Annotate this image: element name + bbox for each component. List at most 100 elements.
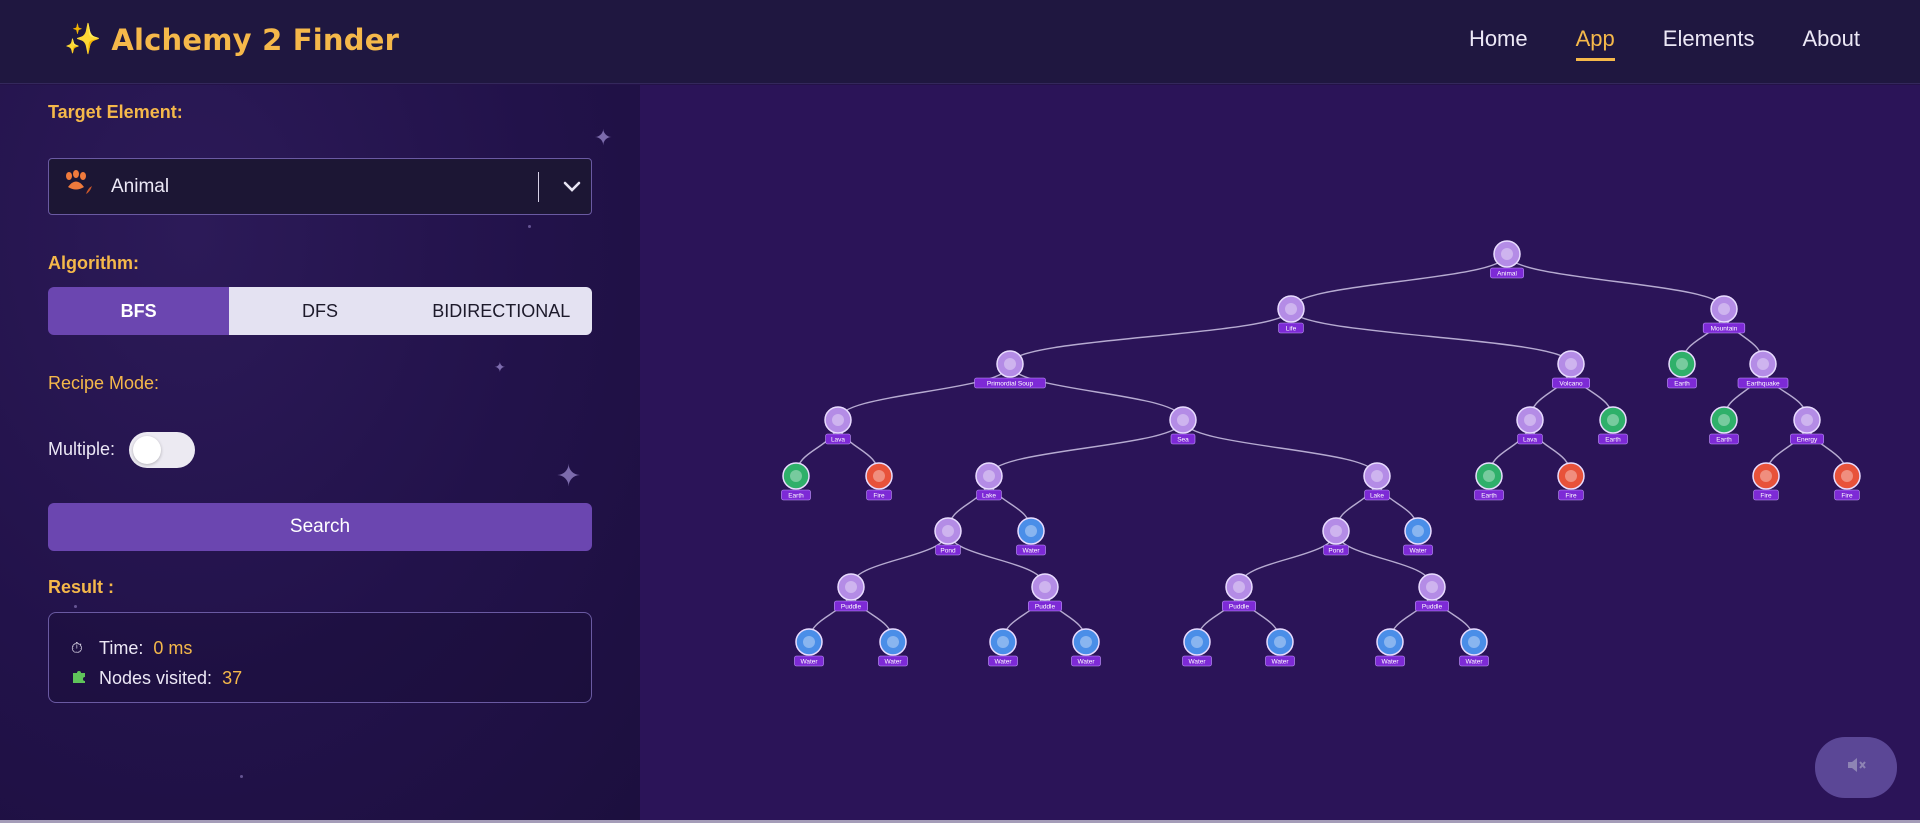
tree-node-water[interactable]: Water <box>1016 517 1046 556</box>
tree-node-lake[interactable]: Lake <box>1363 462 1391 501</box>
node-glyph <box>1285 303 1297 315</box>
tree-node-lava[interactable]: Lava <box>824 406 852 445</box>
tree-node-water[interactable]: Water <box>794 628 824 667</box>
recipe-tree[interactable]: Animal Life Mountain Primordial Soup Volcano… <box>640 85 1920 823</box>
tree-node-water[interactable]: Water <box>1071 628 1101 667</box>
node-label: Energy <box>1797 437 1818 444</box>
node-glyph <box>1565 470 1577 482</box>
tree-node-pond[interactable]: Pond <box>1322 517 1350 556</box>
tree-node-water[interactable]: Water <box>878 628 908 667</box>
algorithm-bidirectional-button[interactable]: BIDIRECTIONAL <box>410 287 592 335</box>
nav-link-app[interactable]: App <box>1575 26 1615 61</box>
node-label: Life <box>1286 326 1297 333</box>
tree-node-water[interactable]: Water <box>1459 628 1489 667</box>
node-glyph <box>983 470 995 482</box>
tree-edge <box>988 419 1184 477</box>
tree-node-lake[interactable]: Lake <box>975 462 1003 501</box>
nav-link-about[interactable]: About <box>1803 26 1861 61</box>
node-glyph <box>1801 414 1813 426</box>
tree-node-earth[interactable]: Earth <box>781 462 811 501</box>
tree-node-water[interactable]: Water <box>988 628 1018 667</box>
tree-node-water[interactable]: Water <box>1182 628 1212 667</box>
node-label: Pond <box>1328 548 1344 555</box>
result-label: Result : <box>48 577 115 597</box>
tree-node-lava[interactable]: Lava <box>1516 406 1544 445</box>
tree-node-water[interactable]: Water <box>1375 628 1405 667</box>
node-glyph <box>1039 581 1051 593</box>
tree-node-water[interactable]: Water <box>1265 628 1295 667</box>
chevron-down-icon[interactable] <box>553 181 591 193</box>
node-glyph <box>1330 525 1342 537</box>
tree-node-animal[interactable]: Animal <box>1490 240 1524 279</box>
tree-node-puddle[interactable]: Puddle <box>1028 573 1062 612</box>
tree-node-fire[interactable]: Fire <box>1557 462 1585 501</box>
tree-node-water[interactable]: Water <box>1403 517 1433 556</box>
node-label: Lake <box>982 493 996 500</box>
tree-node-earth[interactable]: Earth <box>1709 406 1739 445</box>
node-glyph <box>1501 248 1513 260</box>
node-label: Water <box>800 659 818 666</box>
node-glyph <box>1412 525 1424 537</box>
tree-node-volcano[interactable]: Volcano <box>1551 350 1590 389</box>
toggle-knob <box>133 436 161 464</box>
tree-node-puddle[interactable]: Puddle <box>1222 573 1256 612</box>
tree-node-energy[interactable]: Energy <box>1790 406 1824 445</box>
sparkle-icon: ✦ <box>594 125 613 150</box>
node-label: Lava <box>831 437 845 444</box>
tree-node-earth[interactable]: Earth <box>1667 350 1697 389</box>
node-label: Water <box>1409 548 1427 555</box>
tree-node-life[interactable]: Life <box>1277 295 1305 334</box>
node-glyph <box>1607 414 1619 426</box>
node-label: Earthquake <box>1746 381 1780 388</box>
node-label: Mountain <box>1711 326 1738 333</box>
node-label: Water <box>884 659 902 666</box>
mute-button[interactable] <box>1815 737 1897 798</box>
tree-node-fire[interactable]: Fire <box>1833 462 1861 501</box>
node-glyph <box>832 414 844 426</box>
nav-link-home[interactable]: Home <box>1469 26 1528 61</box>
node-label: Primordial Soup <box>987 381 1034 388</box>
node-label: Lake <box>1370 493 1384 500</box>
time-label: Time: <box>99 637 144 658</box>
algorithm-bfs-button[interactable]: BFS <box>48 287 230 335</box>
tree-node-earth[interactable]: Earth <box>1598 406 1628 445</box>
node-glyph <box>1233 581 1245 593</box>
nav-links: Home App Elements About <box>1469 26 1860 61</box>
node-label: Water <box>1271 659 1289 666</box>
node-label: Pond <box>940 548 956 555</box>
tree-node-puddle[interactable]: Puddle <box>834 573 868 612</box>
node-label: Animal <box>1497 271 1517 278</box>
brand[interactable]: ✨ Alchemy 2 Finder <box>64 22 399 58</box>
nav-link-elements[interactable]: Elements <box>1663 26 1755 61</box>
node-glyph <box>1718 303 1730 315</box>
node-glyph <box>845 581 857 593</box>
multiple-toggle[interactable] <box>129 432 195 468</box>
node-label: Water <box>1022 548 1040 555</box>
tree-node-fire[interactable]: Fire <box>1752 462 1780 501</box>
tree-edge <box>1290 308 1572 365</box>
node-label: Earth <box>1674 381 1690 388</box>
tree-node-mountain[interactable]: Mountain <box>1702 295 1746 334</box>
result-box: ⏱ Time: 0 ms Nodes visited: 37 <box>48 612 592 703</box>
speaker-muted-icon <box>1845 754 1867 781</box>
tree-node-earthquake[interactable]: Earthquake <box>1737 350 1789 389</box>
node-label: Water <box>1077 659 1095 666</box>
puzzle-icon <box>71 668 89 688</box>
tree-node-earth[interactable]: Earth <box>1474 462 1504 501</box>
algorithm-dfs-button[interactable]: DFS <box>229 287 411 335</box>
tree-node-pond[interactable]: Pond <box>934 517 962 556</box>
tree-node-sea[interactable]: Sea <box>1169 406 1197 445</box>
nodes-visited-value: 37 <box>222 667 243 688</box>
tree-node-puddle[interactable]: Puddle <box>1415 573 1449 612</box>
node-glyph <box>942 525 954 537</box>
sidebar: ✦ ✦ ✦ Target Element: Animal Algorithm: … <box>0 85 640 823</box>
recipe-tree-panel[interactable]: Animal Life Mountain Primordial Soup Volcano… <box>640 85 1920 823</box>
target-element-select[interactable]: Animal <box>48 158 592 215</box>
search-button[interactable]: Search <box>48 503 592 551</box>
tree-edge <box>850 530 949 588</box>
tree-node-fire[interactable]: Fire <box>865 462 893 501</box>
tree-edge <box>1238 530 1337 588</box>
node-label: Fire <box>1760 493 1772 500</box>
node-label: Earth <box>1481 493 1497 500</box>
tree-node-primordial-soup[interactable]: Primordial Soup <box>974 350 1046 389</box>
